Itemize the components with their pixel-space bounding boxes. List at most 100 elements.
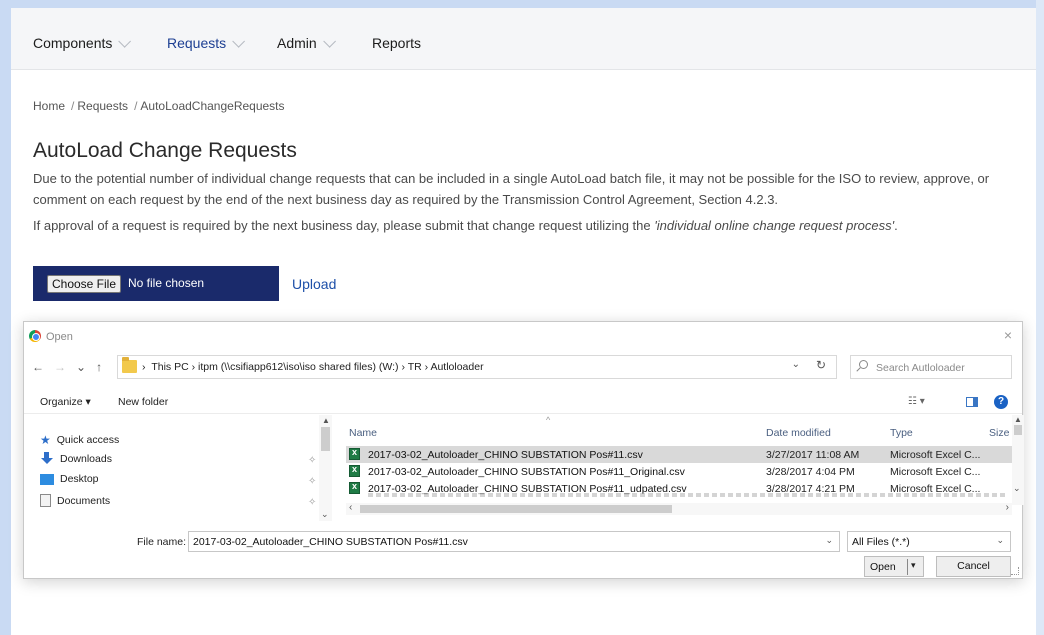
dialog-nav-arrows: ← → ⌄ ↑ (32, 360, 102, 374)
description-approval-text: If approval of a request is required by … (33, 218, 655, 233)
nav-requests[interactable]: Requests (167, 34, 246, 51)
filename-label: File name: (137, 536, 187, 548)
file-list-hscrollbar[interactable]: ‹ › (346, 502, 1012, 515)
address-path: › This PC › itpm (\\csifiapp612\iso\iso … (142, 361, 484, 373)
description-approval: If approval of a request is required by … (33, 215, 1023, 236)
sidebar-item-label: Documents (57, 494, 111, 507)
file-type-select[interactable]: All Files (*.*) ⌄ (847, 531, 1011, 552)
nav-admin-label: Admin (277, 35, 317, 51)
cancel-button[interactable]: Cancel (936, 556, 1011, 577)
view-options-icon[interactable]: ☷ ▾ (908, 396, 925, 407)
split-divider (907, 559, 908, 575)
choose-file-button[interactable]: Choose File (47, 275, 121, 293)
sidebar-item-desktop[interactable]: Desktop (40, 473, 99, 485)
nav-reports[interactable]: Reports (372, 35, 421, 51)
download-icon (40, 452, 54, 465)
file-list-vscrollbar[interactable]: ▲ ⌄ (1012, 415, 1024, 505)
scroll-down-icon[interactable]: ⌄ (1013, 483, 1021, 494)
pin-icon[interactable]: ✧ (308, 455, 316, 466)
sidebar-item-label: Desktop (60, 473, 99, 485)
sidebar-item-label: Downloads (60, 452, 112, 465)
open-button[interactable]: Open ▾ (864, 556, 924, 577)
new-folder-button[interactable]: New folder (118, 396, 168, 408)
scroll-up-icon[interactable]: ▲ (322, 416, 330, 425)
chevron-down-icon[interactable]: ⌄ (825, 535, 833, 546)
chevron-down-icon (322, 34, 336, 48)
column-header-name[interactable]: Name (349, 427, 377, 439)
nav-reports-label: Reports (372, 35, 422, 51)
star-icon: ★ (40, 433, 51, 447)
recent-locations-icon[interactable]: ⌄ (76, 360, 86, 374)
breadcrumb-home[interactable]: Home (33, 99, 65, 113)
preview-pane-icon[interactable] (966, 397, 978, 407)
chevron-down-icon[interactable]: ⌄ (996, 535, 1004, 546)
chrome-icon (29, 330, 41, 342)
file-name: 2017-03-02_Autoloader_CHINO SUBSTATION P… (368, 449, 643, 461)
file-list-pane: ^ Name Date modified Type Size 2017-03-0… (346, 415, 1024, 521)
file-type: Microsoft Excel C... (890, 449, 981, 461)
forward-arrow-icon[interactable]: → (54, 360, 66, 374)
file-row[interactable]: 2017-03-02_Autoloader_CHINO SUBSTATION P… (346, 463, 1012, 480)
top-navbar: Components Requests Admin Reports (11, 8, 1036, 70)
sidebar-item-documents[interactable]: Documents (40, 494, 110, 507)
nav-admin[interactable]: Admin (277, 34, 336, 51)
desktop-icon (40, 473, 54, 485)
filename-value: 2017-03-02_Autoloader_CHINO SUBSTATION P… (193, 536, 468, 548)
address-bar[interactable]: › This PC › itpm (\\csifiapp612\iso\iso … (117, 355, 837, 379)
upload-link[interactable]: Upload (292, 276, 336, 292)
search-input[interactable]: Search Autloloader (850, 355, 1012, 379)
scroll-down-icon[interactable]: ⌄ (321, 509, 329, 520)
window-frame-top (0, 0, 1044, 8)
search-placeholder: Search Autloloader (876, 362, 965, 374)
column-header-date[interactable]: Date modified (766, 427, 831, 439)
sidebar-item-label: Quick access (56, 434, 120, 446)
pin-icon[interactable]: ✧ (308, 497, 316, 508)
description-approval-end: . (894, 218, 898, 233)
scroll-thumb[interactable] (321, 427, 330, 451)
up-arrow-icon[interactable]: ↑ (96, 360, 102, 374)
breadcrumb: Home / Requests / AutoLoadChangeRequests (33, 99, 288, 113)
partial-file-row (368, 493, 1008, 497)
close-icon[interactable]: × (1004, 327, 1012, 343)
breadcrumb-requests[interactable]: Requests (77, 99, 128, 113)
filename-input[interactable]: 2017-03-02_Autoloader_CHINO SUBSTATION P… (188, 531, 840, 552)
folder-icon (122, 357, 137, 373)
sidebar-item-downloads[interactable]: Downloads (40, 452, 112, 465)
breadcrumb-current: AutoLoadChangeRequests (140, 99, 285, 113)
file-type: Microsoft Excel C... (890, 466, 981, 478)
scroll-thumb[interactable] (1014, 425, 1022, 435)
sidebar-item-quick-access[interactable]: ★ Quick access (40, 433, 119, 447)
individual-process-reference: 'individual online change request proces… (654, 218, 895, 233)
navigation-pane: ★ Quick access Downloads ✧ Desktop ✧ Doc… (24, 415, 342, 521)
file-row[interactable]: 2017-03-02_Autoloader_CHINO SUBSTATION P… (346, 446, 1012, 463)
pin-icon[interactable]: ✧ (308, 476, 316, 487)
refresh-icon[interactable]: ↻ (816, 358, 826, 372)
excel-file-icon (349, 447, 360, 460)
description-notice: Due to the potential number of individua… (33, 171, 990, 207)
nav-pane-scrollbar[interactable]: ▲ ⌄ (319, 415, 332, 521)
file-name: 2017-03-02_Autoloader_CHINO SUBSTATION P… (368, 466, 685, 478)
back-arrow-icon[interactable]: ← (32, 360, 44, 374)
scroll-right-icon[interactable]: › (1006, 502, 1009, 513)
nav-requests-label: Requests (167, 35, 227, 51)
resize-grip-icon[interactable] (1011, 567, 1019, 575)
nav-components[interactable]: Components (33, 34, 132, 51)
scroll-left-icon[interactable]: ‹ (349, 502, 352, 513)
file-type-value: All Files (*.*) (852, 536, 910, 548)
page-title: AutoLoad Change Requests (33, 139, 297, 162)
documents-icon (40, 494, 51, 507)
dialog-toolbar: Organize ▾ New folder ☷ ▾ ? (24, 388, 1022, 414)
chevron-down-icon[interactable]: ▾ (911, 560, 916, 571)
column-header-type[interactable]: Type (890, 427, 913, 439)
scroll-thumb[interactable] (360, 505, 672, 513)
chevron-down-icon (232, 34, 246, 48)
chevron-down-icon[interactable]: ⌄ (792, 359, 800, 370)
organize-menu[interactable]: Organize ▾ (40, 396, 91, 408)
breadcrumb-separator: / (134, 99, 138, 113)
help-icon[interactable]: ? (994, 395, 1008, 409)
open-button-label: Open (870, 561, 896, 573)
scroll-up-icon[interactable]: ▲ (1014, 415, 1022, 424)
file-status: No file chosen (128, 276, 205, 290)
column-header-size[interactable]: Size (989, 427, 1009, 439)
excel-file-icon (349, 481, 360, 494)
